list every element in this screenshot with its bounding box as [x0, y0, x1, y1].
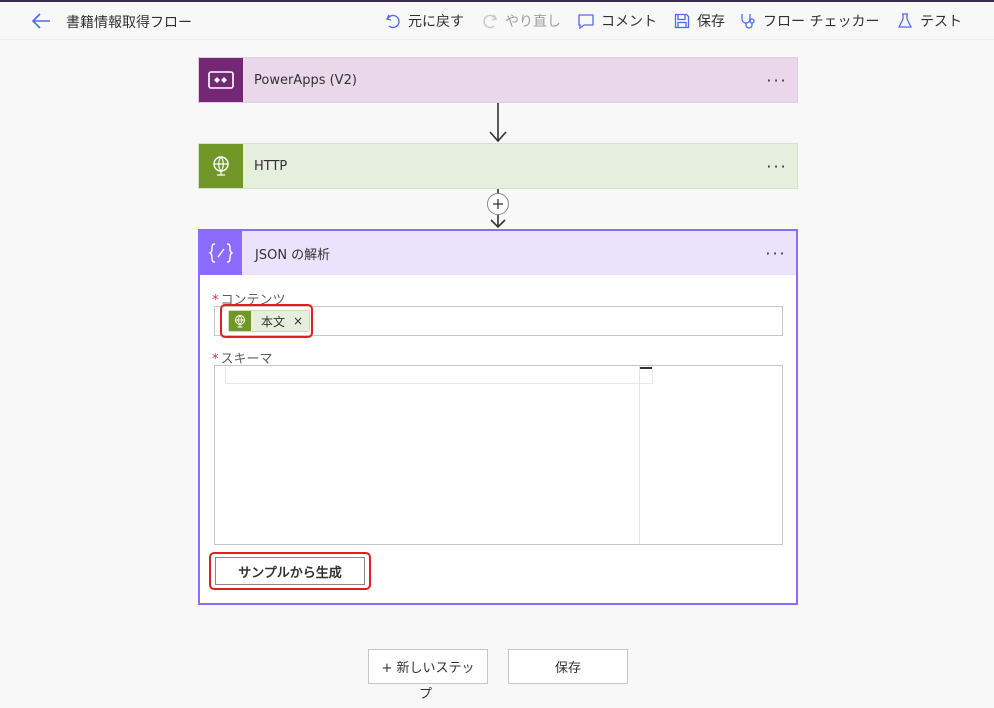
redo-button[interactable]: やり直し	[481, 11, 561, 31]
insert-step-button[interactable]	[487, 193, 509, 215]
plus-icon	[493, 199, 503, 209]
globe-icon	[199, 144, 243, 188]
save-icon	[674, 13, 690, 29]
undo-icon	[385, 14, 400, 29]
token-remove-icon[interactable]: ×	[293, 314, 303, 328]
comment-icon	[578, 14, 594, 30]
undo-button[interactable]: 元に戻す	[384, 11, 464, 31]
redo-icon	[483, 14, 498, 29]
http-more-button[interactable]: ···	[757, 144, 797, 188]
back-button[interactable]	[30, 11, 52, 31]
parse-json-more-button[interactable]: ···	[756, 244, 796, 263]
powerapps-icon	[199, 58, 243, 102]
powerapps-trigger-card[interactable]: PowerApps (V2) ···	[198, 57, 798, 103]
content-token-label: 本文	[261, 314, 286, 329]
braces-icon	[200, 231, 242, 275]
save-button[interactable]: 保存	[508, 649, 628, 684]
schema-editor[interactable]	[214, 365, 783, 545]
globe-icon	[229, 311, 251, 331]
generate-from-sample-button[interactable]: サンプルから生成	[215, 557, 365, 585]
parse-json-title: JSON の解析	[255, 247, 331, 263]
stethoscope-icon	[741, 14, 755, 29]
new-step-button[interactable]: + 新しいステッ	[368, 649, 488, 684]
comment-label: コメント	[601, 14, 657, 30]
powerapps-more-button[interactable]: ···	[757, 58, 797, 102]
arrow-left-icon	[31, 13, 50, 29]
flow-title: 書籍情報取得フロー	[66, 15, 192, 31]
schema-editor-divider	[639, 366, 640, 544]
schema-editor-cursor	[640, 367, 652, 369]
flow-checker-button[interactable]: フロー チェッカー	[739, 11, 879, 31]
parse-json-card: JSON の解析 ··· * コンテンツ 本文 × * スキーマ サンプルから生成	[198, 229, 798, 605]
test-label: テスト	[920, 14, 962, 30]
test-button[interactable]: テスト	[896, 11, 962, 31]
parse-json-header[interactable]: JSON の解析 ···	[200, 231, 796, 275]
save-toolbar-label: 保存	[697, 14, 725, 30]
flask-icon	[897, 13, 913, 28]
redo-label: やり直し	[505, 14, 561, 30]
powerapps-title: PowerApps (V2)	[254, 72, 357, 88]
http-title: HTTP	[254, 158, 288, 174]
schema-editor-line	[225, 366, 653, 384]
new-step-button-wrap[interactable]: プ	[419, 683, 432, 702]
http-action-card[interactable]: HTTP ···	[198, 143, 798, 189]
flow-checker-label: フロー チェッカー	[763, 14, 880, 30]
undo-label: 元に戻す	[408, 14, 464, 30]
command-bar: 書籍情報取得フロー 元に戻す やり直し コメント 保存 フロー チェッカー テス…	[0, 2, 994, 40]
connector-arrow-down-icon	[489, 103, 507, 143]
content-token[interactable]: 本文 ×	[228, 310, 311, 332]
comment-button[interactable]: コメント	[577, 11, 657, 31]
save-toolbar-button[interactable]: 保存	[673, 11, 725, 31]
